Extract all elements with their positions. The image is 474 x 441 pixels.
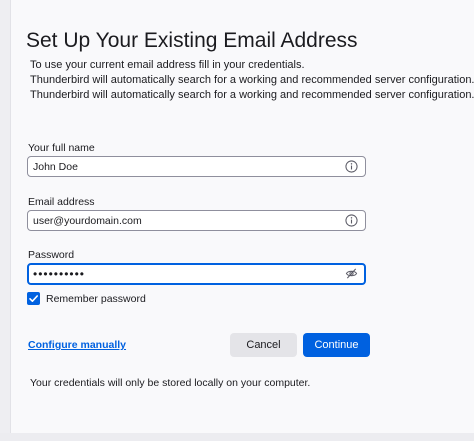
configure-manually-link[interactable]: Configure manually xyxy=(28,339,126,351)
remember-password-checkbox[interactable] xyxy=(27,292,40,305)
description-line-2: Thunderbird will automatically search fo… xyxy=(30,74,474,86)
bottom-band xyxy=(0,433,474,441)
password-label: Password xyxy=(28,249,75,261)
full-name-input[interactable] xyxy=(28,157,343,176)
left-gutter xyxy=(0,0,11,441)
full-name-field-container xyxy=(27,156,366,177)
continue-button[interactable]: Continue xyxy=(303,333,370,357)
cancel-button[interactable]: Cancel xyxy=(230,333,297,357)
description-line-1: To use your current email address fill i… xyxy=(30,59,305,71)
full-name-label: Your full name xyxy=(28,142,95,154)
account-setup-page: Set Up Your Existing Email Address To us… xyxy=(0,0,474,441)
password-field-container xyxy=(27,263,366,285)
email-input[interactable] xyxy=(28,211,343,230)
description-line-3: Thunderbird will automatically search fo… xyxy=(30,89,474,101)
email-field-container xyxy=(27,210,366,231)
eye-slash-icon[interactable] xyxy=(345,267,358,280)
page-title: Set Up Your Existing Email Address xyxy=(26,29,358,52)
info-icon[interactable] xyxy=(345,214,358,227)
checkmark-icon xyxy=(29,295,38,302)
info-icon[interactable] xyxy=(345,160,358,173)
password-input[interactable] xyxy=(29,265,343,283)
credentials-note: Your credentials will only be stored loc… xyxy=(30,377,311,389)
remember-password-label[interactable]: Remember password xyxy=(46,293,146,305)
email-label: Email address xyxy=(28,196,95,208)
